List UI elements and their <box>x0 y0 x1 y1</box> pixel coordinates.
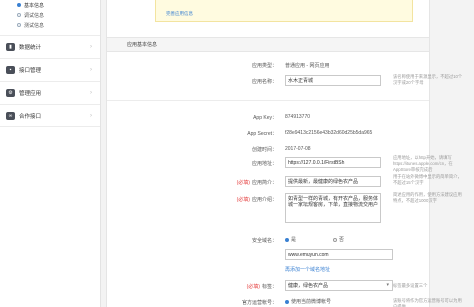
security-radio-yes[interactable]: 是 <box>285 236 296 243</box>
chevron-right-icon: › <box>90 44 92 50</box>
tag-select[interactable]: 健康，绿色农产品 ▾ <box>285 280 393 291</box>
tag-hint: 标签最多设置三个 <box>393 283 428 288</box>
divider <box>107 100 429 101</box>
sidebar-item-basic-info[interactable]: 基本信息 <box>0 0 100 10</box>
tag-label: (必填) 标签： <box>247 283 277 290</box>
plug-icon: ▪ <box>6 66 15 74</box>
app-desc-label-text: 应用介绍： <box>251 197 277 203</box>
radio-checked-icon <box>285 237 289 242</box>
sidebar-group-label: 合作接口 <box>19 113 42 120</box>
app-type-value: 普通应用 - 网页应用 <box>285 63 330 69</box>
official-account-label: 官方运营帐号： <box>241 300 277 306</box>
app-type-label: 应用类型： <box>251 63 277 69</box>
required-mark: (必填) <box>236 197 250 203</box>
radio-yes-label: 是 <box>291 237 297 243</box>
created-time-label: 创建时间： <box>251 147 277 153</box>
created-time-value: 2017-07-08 <box>285 146 311 152</box>
official-account-radio[interactable]: 使用当前微博帐号 <box>285 298 331 305</box>
add-domain-link[interactable]: 再添加一个域名地址 <box>285 266 330 273</box>
chevron-right-icon: › <box>90 67 92 73</box>
app-desc-hint: 简述应用的作用，使用方法建议应用特点，不超过1000汉字 <box>393 192 462 203</box>
domain-input[interactable]: www.emuyun.com <box>285 249 393 260</box>
app-key-value: 874913770 <box>285 114 311 120</box>
sidebar-item-debug-info[interactable]: 调试信息 <box>0 10 100 20</box>
sidebar-group-label: 数据统计 <box>19 45 42 51</box>
sidebar-group-api[interactable]: ▪ 接口管理 › <box>0 58 100 81</box>
bullet-icon <box>17 3 21 7</box>
app-name-hint: 该名称使用于来源显示，不超过10个汉字或20个字母 <box>393 74 463 85</box>
sidebar-group-label: 接口管理 <box>19 68 42 74</box>
security-domain-label: 安全域名： <box>251 238 277 244</box>
app-url-hint: 应用地址，以http开始，请填写https://itunes.apple.com… <box>393 155 453 172</box>
sidebar-group-manage[interactable]: ⚙ 管理应用 › <box>0 81 100 104</box>
app-intro-label-text: 应用简介： <box>251 180 277 186</box>
app-secret-label: App Secret： <box>247 131 277 137</box>
main-content: 完善应用信息 应用基本信息 应用类型： 普通应用 - 网页应用 应用名称： 水木… <box>101 0 474 307</box>
chevron-right-icon: › <box>90 90 92 96</box>
sidebar-group-stats[interactable]: ▮ 数据统计 › <box>0 35 100 58</box>
official-account-value: 使用当前微博帐号 <box>291 299 332 305</box>
sidebar-group-partner[interactable]: ∞ 合作接口 › <box>0 104 100 127</box>
tag-select-value: 健康，绿色农产品 <box>288 283 329 289</box>
chevron-right-icon: › <box>90 112 92 119</box>
tag-label-text: 标签： <box>261 284 277 290</box>
sidebar-item-label: 测试信息 <box>24 22 45 29</box>
sidebar: 基本信息 调试信息 测试信息 ▮ 数据统计 › ▪ 接口管理 › ⚙ 管理应用 … <box>0 0 101 307</box>
app-url-label: 应用地址： <box>251 161 277 167</box>
app-desc-textarea[interactable]: 如青型一样的青城，有开农产品，服务体城一家坛规客房，下单，直接物流交用户 <box>285 193 381 223</box>
bullet-icon <box>17 23 21 27</box>
app-name-label: 应用名称： <box>251 79 277 85</box>
notice-banner: 完善应用信息 <box>155 0 413 22</box>
app-desc-label: (必填) 应用介绍： <box>237 196 277 203</box>
notice-link[interactable]: 完善应用信息 <box>166 11 193 17</box>
section-title: 应用基本信息 <box>107 37 429 52</box>
app-intro-hint: 用于在站外微博中显示的简单简介，不超过15个汉字 <box>393 174 462 185</box>
sidebar-group-label: 管理应用 <box>19 91 42 97</box>
radio-checked-icon <box>285 299 289 304</box>
app-info-card: 完善应用信息 应用基本信息 应用类型： 普通应用 - 网页应用 应用名称： 水木… <box>106 0 462 307</box>
sidebar-item-label: 基本信息 <box>24 2 45 9</box>
required-mark: (必填) <box>236 180 250 186</box>
app-secret-value: f28e9413c2156e43b32d60d25b5da965 <box>285 130 373 136</box>
required-mark: (必填) <box>246 284 260 290</box>
radio-no-label: 否 <box>339 237 345 243</box>
app-name-input[interactable]: 水木正青城 <box>285 75 381 86</box>
bullet-icon <box>17 13 21 17</box>
app-url-input[interactable]: https://127.0.0.1/FirstBSh <box>285 157 381 168</box>
official-account-hint: 该账号将作为官方运营账号可以为用户提供 <box>393 298 462 307</box>
app-key-label: App Key： <box>253 115 277 121</box>
chart-icon: ▮ <box>6 43 15 51</box>
gear-icon: ⚙ <box>6 89 15 97</box>
app-intro-label: (必填) 应用简介： <box>237 179 277 186</box>
chevron-down-icon: ▾ <box>386 282 389 288</box>
security-radio-no[interactable]: 否 <box>333 236 344 243</box>
app-intro-input[interactable]: 提供最新，最健康的绿色农产品 <box>285 176 381 187</box>
link-icon: ∞ <box>6 111 15 120</box>
sidebar-item-label: 调试信息 <box>24 12 45 19</box>
sidebar-item-test-info[interactable]: 测试信息 <box>0 20 100 30</box>
radio-unchecked-icon <box>333 237 337 242</box>
